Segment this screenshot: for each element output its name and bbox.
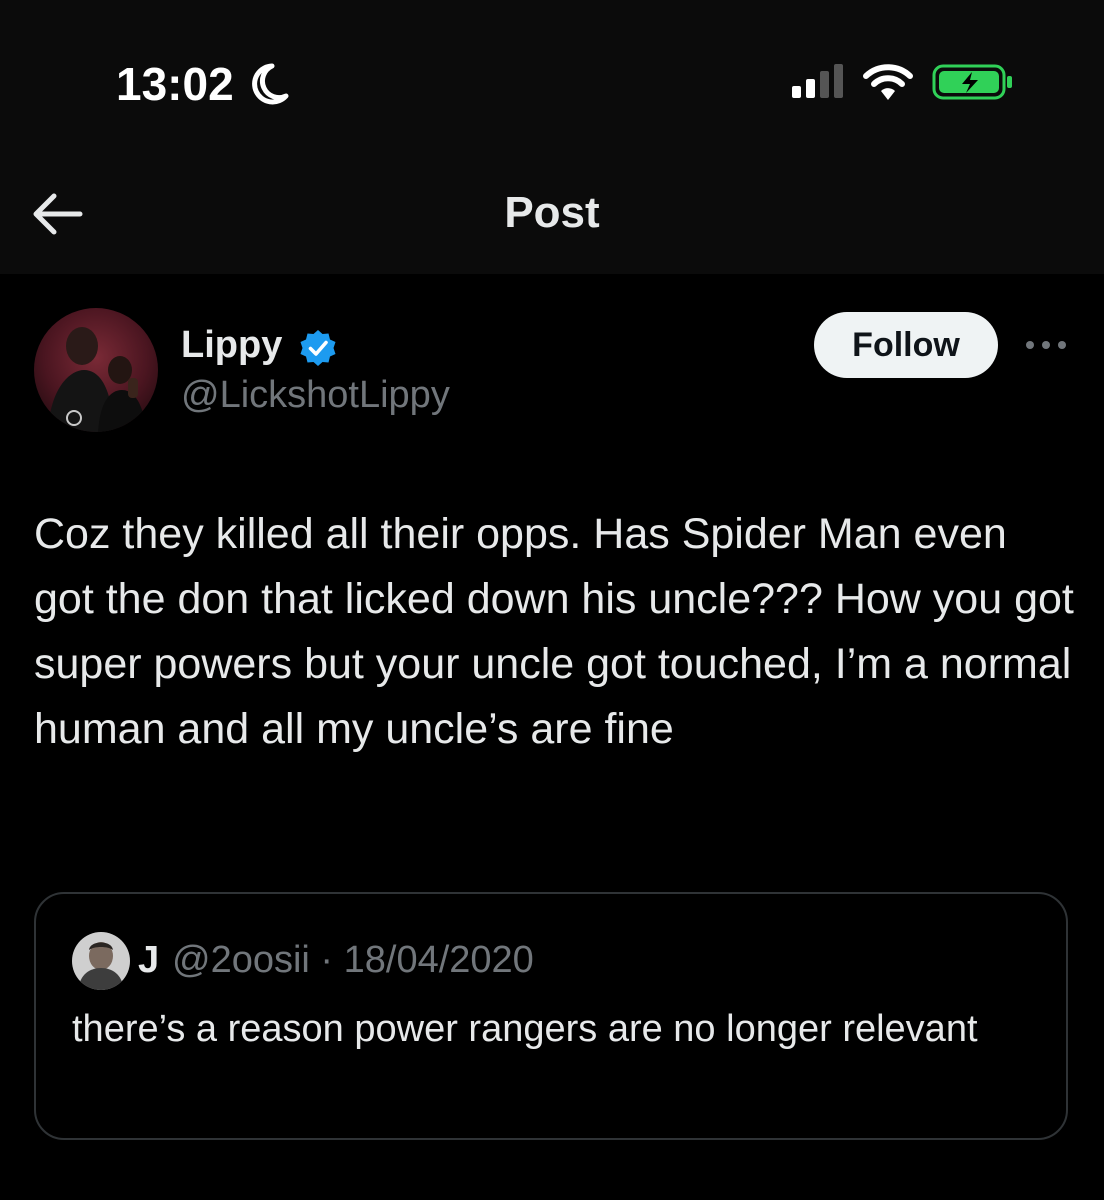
author-name[interactable]: Lippy xyxy=(181,322,282,368)
verified-badge-icon xyxy=(300,330,336,366)
page-title: Post xyxy=(504,188,600,237)
quoted-post-card[interactable]: J @2oosii · 18/04/2020 there’s a reason … xyxy=(34,892,1068,1140)
author-avatar[interactable] xyxy=(34,308,158,432)
follow-button[interactable]: Follow xyxy=(814,312,998,378)
quoted-handle-date: @2oosii · 18/04/2020 xyxy=(172,939,534,981)
author-handle[interactable]: @LickshotLippy xyxy=(181,372,450,418)
quoted-author-avatar xyxy=(72,932,130,990)
post-text: Coz they killed all their opps. Has Spid… xyxy=(34,510,1074,753)
ellipsis-icon[interactable] xyxy=(1022,330,1070,360)
status-time: 13:02 xyxy=(116,58,234,110)
moon-icon xyxy=(252,63,289,105)
quoted-author-name: J xyxy=(138,939,160,981)
battery-charging-icon xyxy=(932,64,1012,100)
signal-icon xyxy=(792,64,843,98)
wifi-icon xyxy=(863,64,913,100)
quoted-post-text: there’s a reason power rangers are no lo… xyxy=(72,1008,978,1050)
